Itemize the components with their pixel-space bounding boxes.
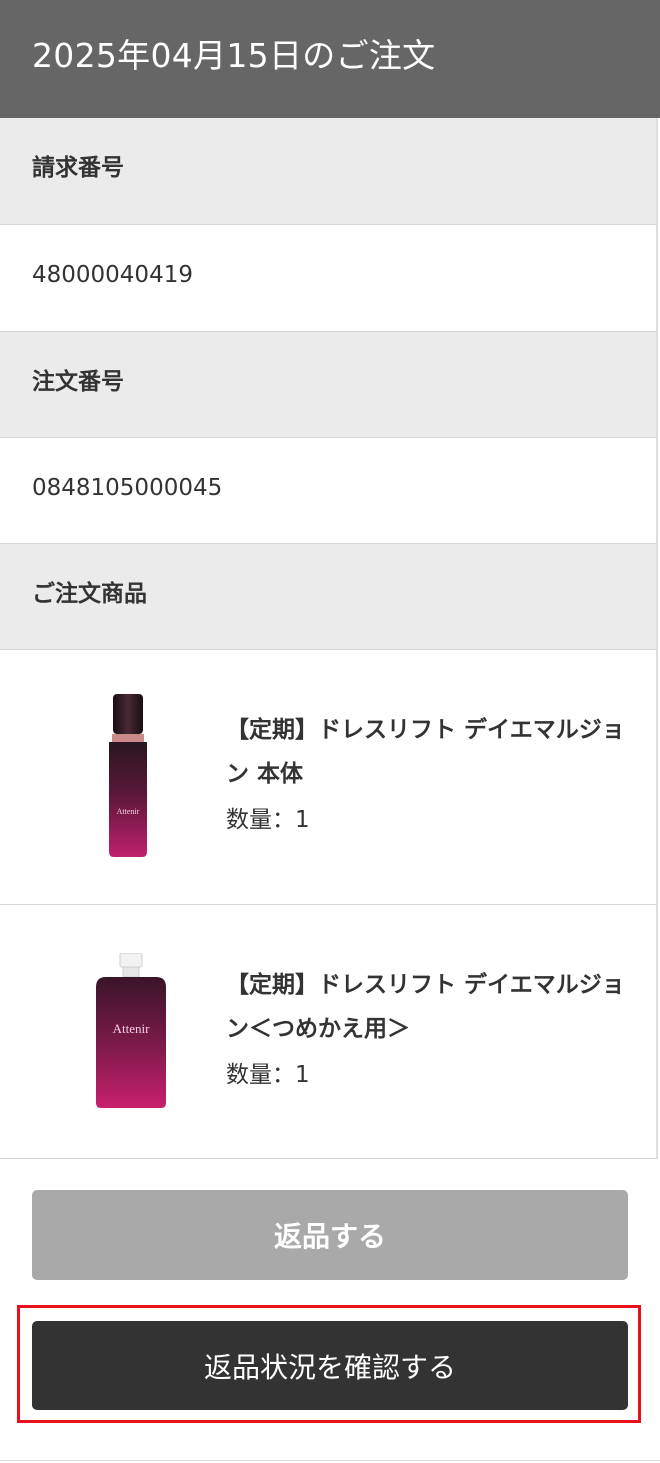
order-number-label: 注文番号 (32, 369, 124, 395)
billing-number-value: 48000040419 (32, 262, 193, 288)
divider (0, 1460, 660, 1461)
return-button[interactable]: 返品する (32, 1190, 628, 1280)
emulsion-bottle-icon: Attenir (104, 694, 152, 858)
product-item: Attenir 【定期】ドレスリフト デイエマルジョン 本体 数量：1 (0, 650, 658, 905)
page-title: 2025年04月15日のご注文 (32, 36, 436, 75)
billing-number-value-row: 48000040419 (0, 225, 658, 332)
order-number-value-row: 0848105000045 (0, 438, 658, 544)
order-number-label-row: 注文番号 (0, 332, 658, 438)
product-quantity: 数量：1 (226, 1062, 310, 1088)
page-header: 2025年04月15日のご注文 (0, 0, 660, 118)
refill-pouch-icon: Attenir (92, 952, 170, 1109)
product-name: 【定期】ドレスリフト デイエマルジョン＜つめかえ用＞ (226, 972, 625, 1042)
product-name: 【定期】ドレスリフト デイエマルジョン 本体 (226, 717, 625, 787)
svg-text:Attenir: Attenir (113, 1021, 150, 1036)
ordered-products-label: ご注文商品 (32, 581, 147, 607)
billing-number-label: 請求番号 (32, 155, 124, 181)
billing-number-label-row: 請求番号 (0, 118, 658, 225)
svg-text:Attenir: Attenir (117, 807, 140, 816)
product-quantity: 数量：1 (226, 807, 310, 833)
order-number-value: 0848105000045 (32, 475, 223, 501)
ordered-products-label-row: ご注文商品 (0, 544, 658, 650)
check-return-status-button[interactable]: 返品状況を確認する (32, 1321, 628, 1410)
product-item: Attenir 【定期】ドレスリフト デイエマルジョン＜つめかえ用＞ 数量：1 (0, 905, 658, 1159)
